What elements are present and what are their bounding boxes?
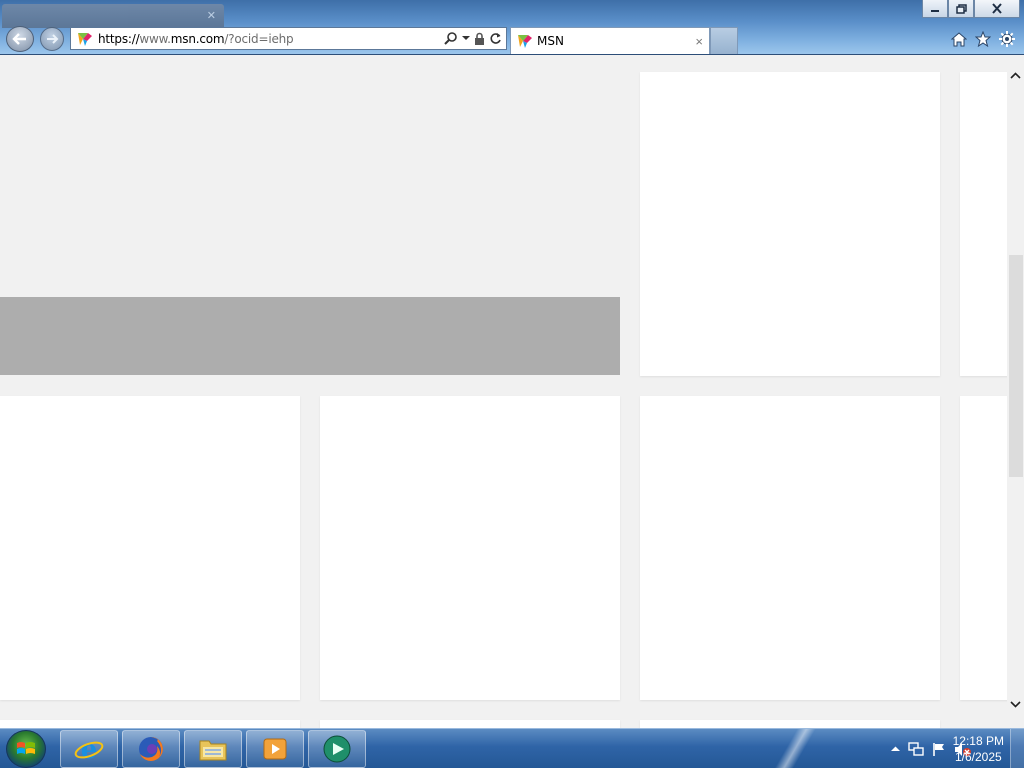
internet-explorer-icon: e [74, 735, 104, 764]
msn-favicon-icon [78, 32, 92, 46]
back-arrow-icon [12, 33, 26, 45]
windows-logo-icon [17, 742, 35, 754]
content-card[interactable] [0, 720, 300, 728]
scroll-up-button[interactable] [1007, 67, 1024, 84]
tab-msn[interactable]: MSN × [510, 27, 710, 54]
taskbar-windows-explorer[interactable] [184, 730, 242, 768]
background-window-tab[interactable]: ✕ [2, 4, 224, 28]
media-player-icon [263, 738, 287, 760]
forward-button[interactable] [40, 27, 64, 51]
restore-button[interactable] [948, 0, 974, 18]
content-card[interactable] [640, 396, 940, 700]
show-desktop-button[interactable] [1010, 729, 1024, 768]
address-bar[interactable]: https://www.msn.com/?ocid=iehp [70, 27, 507, 50]
hero-banner[interactable] [0, 297, 620, 375]
system-clock[interactable]: 12:18 PM 1/6/2025 [953, 733, 1004, 765]
back-button[interactable] [6, 26, 34, 52]
chevron-up-icon [1010, 72, 1021, 79]
lock-icon[interactable] [474, 32, 485, 45]
action-center-flag-icon[interactable] [932, 742, 946, 757]
start-button[interactable] [6, 730, 46, 768]
refresh-icon[interactable] [489, 32, 502, 45]
favorites-star-icon[interactable] [974, 30, 992, 48]
home-icon[interactable] [950, 30, 968, 48]
page-content [0, 55, 1007, 728]
content-card[interactable] [320, 720, 620, 728]
taskbar-media-center[interactable] [308, 730, 366, 768]
content-card[interactable] [0, 396, 300, 700]
chevron-down-icon [1010, 701, 1021, 708]
close-window-button[interactable] [974, 0, 1020, 18]
clock-time: 12:18 PM [952, 734, 1004, 748]
content-card[interactable] [320, 396, 620, 700]
minimize-button[interactable] [922, 0, 948, 18]
new-tab-button[interactable] [710, 27, 738, 54]
clock-date: 1/6/2025 [954, 750, 1002, 764]
address-url: https://www.msn.com/?ocid=iehp [98, 31, 294, 46]
show-hidden-icons-arrow-icon[interactable] [891, 746, 900, 752]
content-card[interactable] [640, 72, 940, 376]
window-caption-buttons [922, 0, 1020, 18]
folder-icon [199, 740, 227, 761]
gear-icon[interactable] [998, 30, 1016, 48]
scroll-down-button[interactable] [1007, 696, 1024, 713]
msn-tab-favicon-icon [518, 35, 532, 48]
browser-frame: ✕ https://www.msn.com/?ocid=iehp MSN × [0, 0, 1024, 55]
taskbar: e 12:18 PM 1/6/2025 [0, 728, 1024, 768]
content-card[interactable] [960, 396, 1007, 700]
search-icon[interactable] [444, 31, 458, 45]
vertical-scrollbar[interactable] [1007, 55, 1024, 728]
content-card[interactable] [640, 720, 940, 728]
tab-close-button[interactable]: × [695, 34, 703, 49]
svg-text:e: e [81, 735, 98, 764]
tab-title: MSN [537, 34, 564, 48]
address-tools [444, 31, 502, 45]
network-icon[interactable] [908, 741, 924, 757]
taskbar-internet-explorer[interactable]: e [60, 730, 118, 768]
command-icons [950, 30, 1016, 48]
content-card[interactable] [960, 72, 1007, 376]
firefox-icon [139, 737, 163, 761]
taskbar-media-player[interactable] [246, 730, 304, 768]
taskbar-firefox[interactable] [122, 730, 180, 768]
forward-arrow-icon [47, 34, 59, 44]
close-icon: ✕ [206, 10, 216, 22]
scroll-thumb[interactable] [1009, 255, 1023, 477]
dropdown-arrow-icon[interactable] [462, 35, 470, 41]
taskbar-glare [760, 729, 830, 768]
media-center-icon [323, 735, 351, 763]
